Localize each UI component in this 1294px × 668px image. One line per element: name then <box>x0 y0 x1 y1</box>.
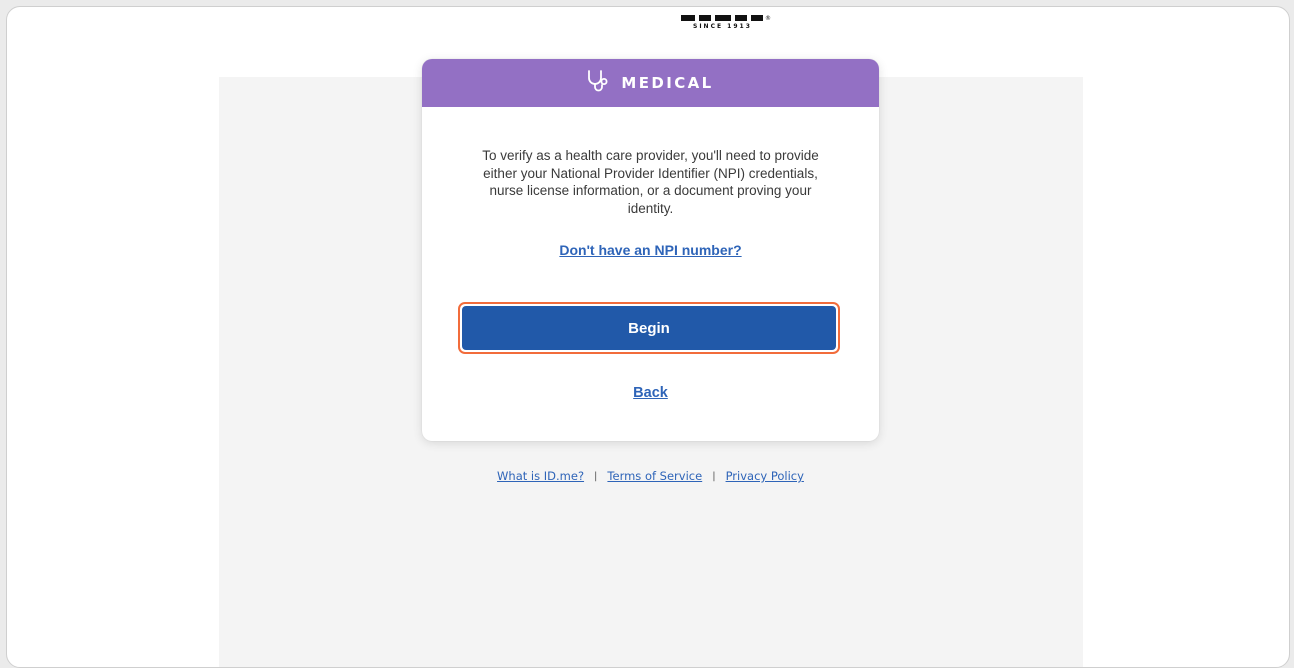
card-header-title: MEDICAL <box>621 74 714 92</box>
logo-mark-segment <box>699 15 711 21</box>
logo-registered-mark: ® <box>765 15 771 22</box>
back-link[interactable]: Back <box>422 385 879 401</box>
stethoscope-icon <box>588 70 608 92</box>
what-is-idme-link[interactable]: What is ID.me? <box>497 469 584 483</box>
logo-mark-segment <box>681 15 695 21</box>
verification-description: To verify as a health care provider, you… <box>482 148 819 216</box>
logo-since-text: SINCE 1913 <box>693 23 752 30</box>
logo-mark-segment <box>735 15 747 21</box>
card-header: MEDICAL <box>422 59 879 107</box>
begin-button[interactable]: Begin <box>462 306 836 350</box>
logo-mark-segment <box>751 15 763 21</box>
footer-separator: | <box>712 470 716 482</box>
verification-card: MEDICAL To verify as a health care provi… <box>422 59 879 441</box>
browser-frame: SINCE 1913 ® MEDICAL To verify as a heal… <box>6 6 1290 668</box>
brand-logo: SINCE 1913 ® <box>673 9 773 35</box>
footer-separator: | <box>594 470 598 482</box>
logo-mark-segment <box>715 15 731 21</box>
no-npi-number-link[interactable]: Don't have an NPI number? <box>422 242 879 258</box>
privacy-policy-link[interactable]: Privacy Policy <box>726 469 804 483</box>
footer-links: What is ID.me? | Terms of Service | Priv… <box>422 469 879 483</box>
terms-of-service-link[interactable]: Terms of Service <box>607 469 702 483</box>
